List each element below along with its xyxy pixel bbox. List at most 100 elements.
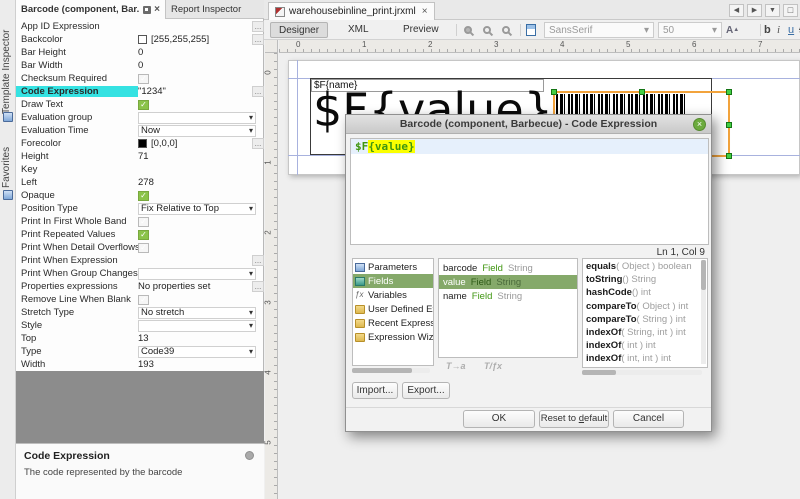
property-value[interactable]: ✓ ▾ — [138, 98, 264, 111]
designer-view-button[interactable]: Designer — [270, 22, 328, 38]
property-combo[interactable]: Code39 ▾ — [138, 346, 256, 358]
ellipsis-button[interactable]: ... — [252, 34, 264, 45]
tree-item[interactable]: Fields — [353, 274, 433, 288]
property-value[interactable]: ✓ 193 ▾ 193 — [138, 358, 264, 371]
methods-vertical-scrollbar[interactable] — [701, 260, 706, 364]
resize-handle[interactable] — [639, 89, 645, 95]
ellipsis-button[interactable]: ... — [252, 255, 264, 266]
property-combo[interactable]: ▾ — [138, 268, 256, 280]
method-list-item[interactable]: indexOf( int ) int — [586, 340, 707, 353]
property-combo[interactable]: Now ▾ — [138, 125, 256, 137]
method-list-item[interactable]: hashCode() int — [586, 287, 707, 300]
property-row[interactable]: Left ✓ 278 ▾ 278 ... — [16, 176, 264, 189]
property-value[interactable]: ✓ ▾ — [138, 267, 264, 280]
dialog-titlebar[interactable]: Barcode (component, Barbecue) - Code Exp… — [346, 115, 711, 134]
export-button[interactable]: Export... — [402, 382, 450, 399]
import-button[interactable]: Import... — [352, 382, 398, 399]
property-value[interactable]: ✓ ▾ — [138, 228, 264, 241]
tree-horizontal-scrollbar[interactable] — [352, 368, 430, 373]
cancel-button[interactable]: Cancel — [613, 410, 684, 428]
property-combo[interactable]: Fix Relative to Top ▾ — [138, 203, 256, 215]
property-value[interactable]: ✓ 13 ▾ 13 — [138, 332, 264, 345]
property-row[interactable]: Draw Text ✓ ▾ ... — [16, 98, 264, 111]
field-list-item[interactable]: barcode Field String — [439, 261, 577, 275]
property-value[interactable]: ✓ 0 ▾ 0 — [138, 46, 264, 59]
checkbox[interactable]: ✓ — [138, 100, 149, 110]
method-list-item[interactable]: compareTo( Object ) int — [586, 301, 707, 314]
next-tab-icon[interactable]: ▶ — [747, 4, 762, 17]
property-value[interactable]: ✓ Fix Relative to Top ▾ Fix Relative to … — [138, 202, 264, 215]
property-value[interactable]: ✓ [255,255,255] ▾ [255,255,255] — [138, 33, 264, 46]
increase-font-icon[interactable]: A▲ — [726, 22, 740, 38]
checkbox[interactable]: ✓ — [138, 243, 149, 253]
checkbox[interactable]: ✓ — [138, 74, 149, 84]
color-swatch[interactable] — [138, 35, 147, 44]
property-value[interactable]: ✓ "1234" ▾ "1234" — [138, 85, 264, 98]
maximize-icon[interactable]: □ — [783, 4, 798, 17]
property-value[interactable]: ✓ 71 ▾ 71 — [138, 150, 264, 163]
property-row[interactable]: Stretch Type ✓ No stretch ▾ No stretch .… — [16, 306, 264, 319]
property-row[interactable]: Checksum Required ✓ ▾ ... — [16, 72, 264, 85]
property-row[interactable]: Evaluation group ✓ ▾ ... — [16, 111, 264, 124]
checkbox[interactable]: ✓ — [138, 230, 149, 240]
property-row[interactable]: Bar Height ✓ 0 ▾ 0 ... — [16, 46, 264, 59]
resize-handle[interactable] — [726, 153, 732, 159]
ellipsis-button[interactable]: ... — [252, 281, 264, 292]
property-value[interactable]: ✓ No stretch ▾ No stretch — [138, 306, 264, 319]
close-icon[interactable]: × — [422, 6, 428, 17]
method-list-item[interactable]: equals( Object ) boolean — [586, 261, 707, 274]
prev-tab-icon[interactable]: ◀ — [729, 4, 744, 17]
checkbox[interactable]: ✓ — [138, 217, 149, 227]
checkbox[interactable]: ✓ — [138, 191, 149, 201]
property-row[interactable]: Print In First Whole Band ✓ ▾ ... — [16, 215, 264, 228]
method-list-item[interactable]: compareTo( String ) int — [586, 314, 707, 327]
property-value[interactable]: ✓ ▾ — [138, 241, 264, 254]
property-value[interactable]: ✓ 278 ▾ 278 — [138, 176, 264, 189]
tree-item[interactable]: Variables — [353, 288, 433, 302]
methods-horizontal-scrollbar[interactable] — [582, 370, 702, 375]
rail-tab-favorites[interactable]: Favorites — [1, 132, 15, 188]
property-value[interactable]: ✓ ▾ — [138, 72, 264, 85]
tab-jrxml-document[interactable]: warehousebinline_print.jrxml × — [268, 2, 435, 20]
tree-item[interactable]: Expression Wizards — [353, 330, 433, 344]
checkbox[interactable]: ✓ — [138, 295, 149, 305]
property-row[interactable]: Top ✓ 13 ▾ 13 ... — [16, 332, 264, 345]
property-row[interactable]: Properties expressions ✓ No properties s… — [16, 280, 264, 293]
property-row[interactable]: Style ✓ ▾ ... — [16, 319, 264, 332]
property-row[interactable]: Type ✓ Code39 ▾ Code39 ... — [16, 345, 264, 358]
tab-list-icon[interactable]: ▼ — [765, 4, 780, 17]
property-value[interactable]: ✓ ▾ — [138, 319, 264, 332]
expression-editor[interactable]: $F{value} — [350, 138, 709, 245]
property-combo[interactable]: ▾ — [138, 112, 256, 124]
method-list-item[interactable]: toString() String — [586, 274, 707, 287]
property-value[interactable]: ✓ ▾ — [138, 111, 264, 124]
property-value[interactable]: ✓ ▾ — [138, 189, 264, 202]
method-list-item[interactable]: indexOf( String, int ) int — [586, 327, 707, 340]
method-list-item[interactable]: indexOf( int, int ) int — [586, 353, 707, 366]
tab-report-inspector[interactable]: Report Inspector — [166, 0, 246, 19]
close-icon[interactable]: × — [154, 4, 160, 15]
expression-line[interactable]: $F{value} — [351, 139, 708, 154]
tree-item[interactable]: User Defined Expressions — [353, 302, 433, 316]
xml-view-button[interactable]: XML — [340, 22, 377, 38]
property-row[interactable]: Print When Group Changes ✓ ▾ ... — [16, 267, 264, 280]
property-value[interactable]: ✓ ▾ — [138, 215, 264, 228]
zoom-out-icon[interactable] — [502, 26, 510, 34]
rail-tab-template-inspector[interactable]: Template Inspector — [1, 22, 15, 114]
field-list-item[interactable]: name Field String — [439, 289, 577, 303]
font-family-select[interactable]: SansSerif ▾ — [544, 22, 654, 38]
property-value[interactable]: ✓ ▾ — [138, 293, 264, 306]
property-row[interactable]: Print When Detail Overflows ✓ ▾ ... — [16, 241, 264, 254]
property-row[interactable]: Remove Line When Blank ✓ ▾ ... — [16, 293, 264, 306]
property-value[interactable]: ✓ 0 ▾ 0 — [138, 59, 264, 72]
ok-button[interactable]: OK — [463, 410, 535, 428]
property-row[interactable]: Evaluation Time ✓ Now ▾ Now ... — [16, 124, 264, 137]
report-properties-icon[interactable] — [526, 24, 536, 36]
ellipsis-button[interactable]: ... — [252, 21, 264, 32]
color-swatch[interactable] — [138, 139, 147, 148]
tab-barcode-properties[interactable]: Barcode (component, Bar... × — [16, 0, 166, 19]
property-combo[interactable]: ▾ — [138, 320, 256, 332]
property-value[interactable]: ✓ Now ▾ Now — [138, 124, 264, 137]
resize-handle[interactable] — [726, 122, 732, 128]
ellipsis-button[interactable]: ... — [252, 138, 264, 149]
